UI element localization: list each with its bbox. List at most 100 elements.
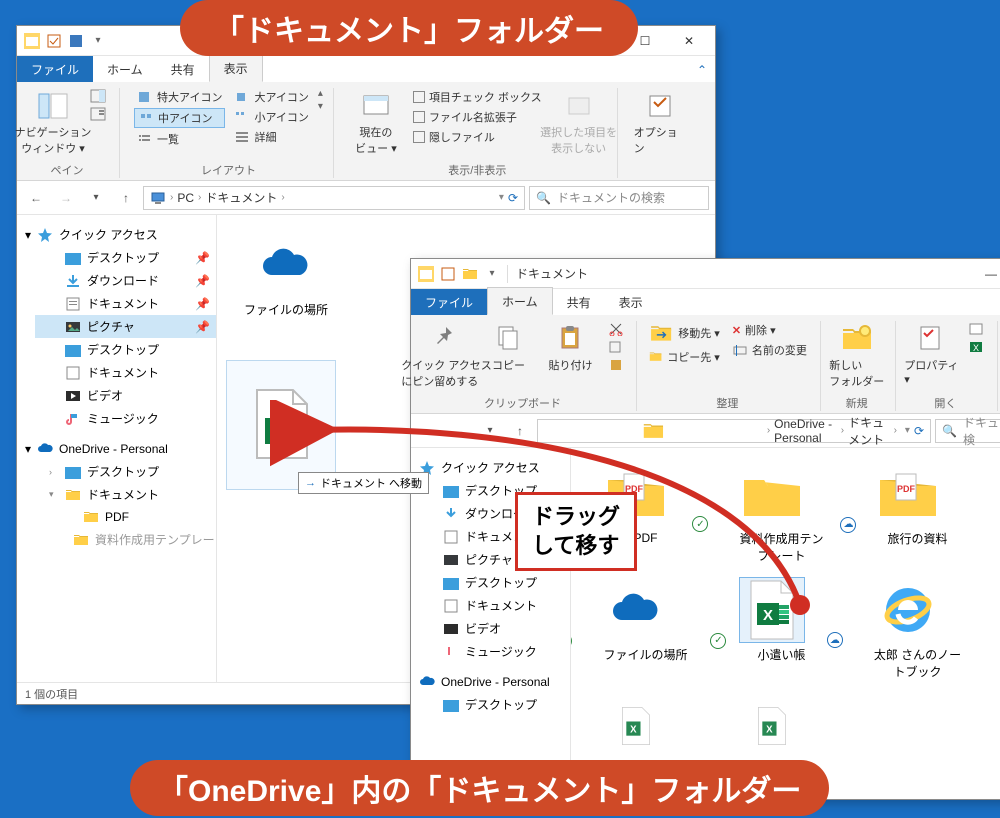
chevron-down-icon[interactable]: ▾ — [499, 192, 504, 203]
copy-path-button[interactable] — [605, 339, 627, 355]
tree-item[interactable]: 資料作成用テンプレート — [53, 528, 216, 551]
layout-large[interactable]: 大アイコン — [231, 88, 311, 106]
qat-folder-icon[interactable] — [462, 266, 478, 282]
back-button[interactable]: ← — [23, 185, 49, 211]
options-button[interactable]: オプション — [632, 88, 688, 158]
layout-list[interactable]: 一覧 — [134, 130, 225, 148]
nav-pane-button[interactable]: ナビゲーション ウィンドウ ▾ — [25, 88, 81, 158]
tree-item[interactable]: デスクトップ — [35, 338, 216, 361]
back-button[interactable]: ← — [417, 418, 443, 444]
tree-item[interactable]: ドキュメント — [429, 594, 570, 617]
check-item-checkboxes[interactable]: 項目チェック ボックス — [410, 88, 545, 106]
recent-button[interactable]: ▾ — [477, 418, 503, 444]
tree-quick-access[interactable]: クイック アクセス — [411, 456, 570, 479]
file-item-travel-folder[interactable]: PDF ☁旅行の資料 — [853, 462, 963, 564]
layout-medium[interactable]: 中アイコン — [134, 108, 225, 128]
tree-onedrive[interactable]: OneDrive - Personal — [411, 671, 570, 693]
up-button[interactable]: ↑ — [113, 185, 139, 211]
tab-view[interactable]: 表示 — [209, 54, 263, 82]
qat-pin-icon[interactable] — [440, 266, 456, 282]
pin-quick-access-button[interactable]: クイック アクセス にピン留めする — [419, 321, 475, 391]
tab-view[interactable]: 表示 — [605, 289, 657, 315]
forward-button[interactable]: → — [447, 418, 473, 444]
paste-button[interactable]: 貼り付け — [543, 321, 599, 375]
file-item-location[interactable]: ファイルの場所 — [231, 233, 341, 318]
tree-item[interactable]: ▾ドキュメント — [35, 483, 216, 506]
tree-item[interactable]: ドキュメント📌 — [35, 292, 216, 315]
up-button[interactable]: ↑ — [507, 418, 533, 444]
tree-item[interactable]: デスクトップ — [429, 571, 570, 594]
qat-customize-icon[interactable] — [68, 33, 84, 49]
chevron-down-icon[interactable]: ▾ — [484, 266, 500, 282]
layout-details[interactable]: 詳細 — [231, 128, 311, 146]
new-folder-button[interactable]: 新しい フォルダー — [829, 321, 885, 391]
tab-share[interactable]: 共有 — [553, 289, 605, 315]
file-item-excel[interactable]: X — [581, 694, 691, 758]
tab-share[interactable]: 共有 — [157, 56, 209, 82]
svg-text:X: X — [272, 422, 284, 442]
details-pane-button[interactable] — [87, 106, 109, 122]
breadcrumb[interactable]: › OneDrive - Personal › ドキュメント › ▾ ⟳ — [537, 419, 931, 443]
tree-item-pictures[interactable]: ピクチャ📌 — [35, 315, 216, 338]
minimize-button[interactable]: — — [969, 260, 1000, 288]
copy-to-button[interactable]: コピー先 ▾ — [645, 348, 723, 366]
copy-button[interactable]: コピー — [481, 321, 537, 375]
properties-button[interactable]: プロパティ ▾ — [903, 321, 959, 388]
paste-shortcut-button[interactable] — [605, 357, 627, 373]
tree-item[interactable]: デスクトップ — [429, 693, 570, 716]
file-item-location[interactable]: ✓ファイルの場所 — [581, 578, 691, 680]
rename-button[interactable]: 名前の変更 — [729, 341, 810, 359]
tree-item[interactable]: ミュージック — [429, 640, 570, 663]
group-layout-label: レイアウト — [201, 162, 256, 178]
tree-item[interactable]: ビデオ — [429, 617, 570, 640]
tree-item[interactable]: ドキュメント — [35, 361, 216, 384]
tree-item[interactable]: ミュージック — [35, 407, 216, 430]
layout-extra-large[interactable]: 特大アイコン — [134, 88, 225, 106]
ribbon-help-button[interactable]: ⌃ — [689, 58, 715, 82]
file-item-excel[interactable]: X — [717, 694, 827, 758]
preview-pane-button[interactable] — [87, 88, 109, 104]
cut-button[interactable] — [605, 321, 627, 337]
svg-text:X: X — [973, 343, 979, 353]
check-hidden-files[interactable]: 隠しファイル — [410, 128, 545, 146]
check-file-ext[interactable]: ファイル名拡張子 — [410, 108, 545, 126]
layout-more-icon[interactable]: ▴ — [318, 88, 323, 99]
group-open-label: 開く — [934, 395, 956, 411]
chevron-down-icon[interactable]: ▾ — [905, 425, 910, 436]
refresh-icon[interactable]: ⟳ — [508, 191, 518, 205]
tree-item[interactable]: デスクトップ📌 — [35, 246, 216, 269]
file-item-kozukai-excel[interactable]: X ✓小遣い帳 — [717, 578, 827, 680]
chevron-down-icon[interactable]: ▾ — [90, 33, 106, 49]
navigation-pane[interactable]: ▾ クイック アクセス デスクトップ📌 ダウンロード📌 ドキュメント📌 ピクチャ… — [17, 215, 217, 682]
tree-item[interactable]: ›デスクトップ — [35, 460, 216, 483]
move-to-button[interactable]: 移動先 ▾ — [645, 321, 723, 346]
breadcrumb[interactable]: › PC › ドキュメント › ▾ ⟳ — [143, 186, 525, 210]
forward-button[interactable]: → — [53, 185, 79, 211]
current-view-button[interactable]: 現在の ビュー ▾ — [348, 88, 404, 158]
tab-home[interactable]: ホーム — [93, 56, 157, 82]
recent-button[interactable]: ▾ — [83, 185, 109, 211]
tab-home[interactable]: ホーム — [487, 287, 553, 315]
tab-file[interactable]: ファイル — [17, 56, 93, 82]
edit-button[interactable]: X — [965, 339, 987, 355]
search-input[interactable]: 🔍 ドキュメントの検 — [935, 419, 1000, 443]
titlebar[interactable]: ▾ ドキュメント — ☐ — [411, 259, 1000, 289]
tree-item[interactable]: PDF — [53, 506, 216, 528]
window-title: ドキュメント — [508, 265, 969, 282]
layout-small[interactable]: 小アイコン — [231, 108, 311, 126]
tree-item[interactable]: ダウンロード📌 — [35, 269, 216, 292]
file-item-template-folder[interactable]: ✓資料作成用テン プレート — [717, 462, 827, 564]
qat-pin-icon[interactable] — [46, 33, 62, 49]
refresh-icon[interactable]: ⟳ — [914, 424, 924, 438]
delete-button[interactable]: ✕削除 ▾ — [729, 321, 810, 339]
hide-selected-button[interactable]: 選択した項目を 表示しない — [551, 88, 607, 158]
tree-quick-access[interactable]: ▾ クイック アクセス — [17, 223, 216, 246]
close-button[interactable]: ✕ — [667, 27, 711, 55]
tree-item[interactable]: ビデオ — [35, 384, 216, 407]
file-item-notebook[interactable]: ☁太郎 さんのノー トブック — [853, 578, 963, 680]
tab-file[interactable]: ファイル — [411, 289, 487, 315]
search-input[interactable]: 🔍 ドキュメントの検索 — [529, 186, 709, 210]
tree-onedrive[interactable]: ▾ OneDrive - Personal — [17, 438, 216, 460]
layout-more-icon[interactable]: ▾ — [318, 101, 323, 112]
open-button[interactable] — [965, 321, 987, 337]
